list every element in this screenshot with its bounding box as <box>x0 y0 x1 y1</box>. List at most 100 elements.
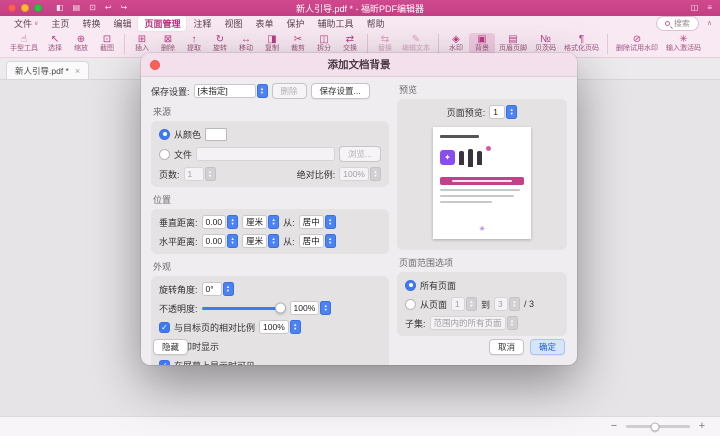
toolbar-item-watermark[interactable]: ◈水印 <box>443 33 469 54</box>
menu-item-help[interactable]: 帮助 <box>361 16 391 31</box>
document-tab-label: 新人引导.pdf * <box>15 65 69 77</box>
save-icon[interactable]: ▤ <box>73 4 81 12</box>
opacity-slider[interactable] <box>202 302 286 314</box>
save-setting-button[interactable]: 保存设置... <box>311 83 370 99</box>
search-box[interactable]: 搜索 <box>656 16 699 31</box>
toolbar-item-bates-number[interactable]: №贝茨码 <box>531 33 560 54</box>
toolbar-item-format-page-number[interactable]: ¶格式化页码 <box>560 33 603 54</box>
from-color-radio[interactable] <box>159 129 170 140</box>
rotation-stepper[interactable]: 0° <box>202 282 234 296</box>
all-pages-radio[interactable] <box>405 280 416 291</box>
toolbar-item-insert[interactable]: ⊞插入 <box>129 33 155 54</box>
print-icon[interactable]: ⊡ <box>89 4 96 12</box>
stepper-arrows-icon[interactable] <box>370 167 381 181</box>
delete-setting-button[interactable]: 删除 <box>272 83 307 99</box>
stepper-arrows-icon[interactable] <box>223 282 234 296</box>
more-options-icon[interactable]: ≡ <box>707 4 712 12</box>
toolbar-item-select[interactable]: ↖选择 <box>42 33 68 54</box>
subset-popup[interactable]: 范围内的所有页面 <box>430 316 518 330</box>
from-page-radio[interactable] <box>405 299 416 310</box>
color-swatch[interactable] <box>205 128 227 141</box>
horizontal-unit-popup[interactable]: 厘米 <box>242 234 279 248</box>
toolbar-item-crop[interactable]: ✂裁剪 <box>285 33 311 54</box>
toolbar-item-zoom[interactable]: ⊕缩放 <box>68 33 94 54</box>
ok-button[interactable]: 确定 <box>530 339 565 355</box>
range-from-stepper[interactable]: 1 <box>451 297 477 311</box>
popup-arrows-icon[interactable] <box>325 215 336 229</box>
redo-icon[interactable]: ↪ <box>121 4 128 12</box>
save-settings-popup[interactable]: [未指定] <box>194 84 268 98</box>
popup-arrows-icon[interactable] <box>268 215 279 229</box>
menu-item-page-organize[interactable]: 页面管理 <box>138 16 186 31</box>
toolbar-item-replace[interactable]: ⇆替换 <box>372 33 398 54</box>
menu-item-form[interactable]: 表单 <box>250 16 280 31</box>
close-tab-icon[interactable]: × <box>75 66 80 76</box>
thumb-text-line <box>440 135 479 138</box>
toolbar-item-header-footer[interactable]: ▤页眉页脚 <box>495 33 531 54</box>
browse-button[interactable]: 浏览... <box>339 146 381 162</box>
menu-item-view[interactable]: 视图 <box>219 16 249 31</box>
popup-arrows-icon[interactable] <box>325 234 336 248</box>
stepper-arrows-icon[interactable] <box>320 301 331 315</box>
toolbar-item-snapshot[interactable]: ⊡截图 <box>94 33 120 54</box>
vertical-unit-popup[interactable]: 厘米 <box>242 215 279 229</box>
hide-button[interactable]: 隐藏 <box>153 339 188 355</box>
vertical-distance-stepper[interactable]: 0.00 <box>202 215 239 229</box>
stepper-arrows-icon[interactable] <box>466 297 477 311</box>
document-tab[interactable]: 新人引导.pdf * × <box>6 61 89 79</box>
popup-arrows-icon[interactable] <box>268 234 279 248</box>
zoom-slider[interactable] <box>626 425 690 428</box>
pages-stepper[interactable]: 1 <box>184 167 216 181</box>
stepper-arrows-icon[interactable] <box>506 105 517 119</box>
close-window-button[interactable] <box>8 4 16 12</box>
toolbar-item-delete[interactable]: ⊠删除 <box>155 33 181 54</box>
toolbar-item-edit-text[interactable]: ✎编辑文本 <box>398 33 434 54</box>
toolbar-item-move[interactable]: ↔移动 <box>233 33 259 54</box>
page-preview-stepper[interactable]: 1 <box>489 105 517 119</box>
from-file-radio[interactable] <box>159 149 170 160</box>
stepper-arrows-icon[interactable] <box>509 297 520 311</box>
stepper-arrows-icon[interactable] <box>227 215 238 229</box>
undo-icon[interactable]: ↩ <box>105 4 112 12</box>
opacity-stepper[interactable]: 100% <box>290 301 332 315</box>
stepper-arrows-icon[interactable] <box>205 167 216 181</box>
collapse-ribbon-icon[interactable]: ∧ <box>707 19 712 27</box>
window-split-icon[interactable]: ◫ <box>691 4 699 12</box>
vertical-from-popup[interactable]: 居中 <box>299 215 336 229</box>
menu-item-convert[interactable]: 转换 <box>76 16 106 31</box>
toolbar-item-hand-tool[interactable]: ☝手型工具 <box>6 33 42 54</box>
toolbar-item-enter-activation-code[interactable]: ✳输入激活码 <box>662 33 705 54</box>
subset-label: 子集: <box>405 317 426 330</box>
zoom-slider-knob[interactable] <box>650 422 659 431</box>
stepper-arrows-icon[interactable] <box>227 234 238 248</box>
file-path-input[interactable] <box>196 147 335 161</box>
popup-arrows-icon[interactable] <box>257 84 268 98</box>
toolbar-item-copy[interactable]: ◨复制 <box>259 33 285 54</box>
toolbar-item-background[interactable]: ▣背景 <box>469 33 495 54</box>
toolbar-item-rotate[interactable]: ↻旋转 <box>207 33 233 54</box>
zoom-in-button[interactable]: + <box>696 421 708 432</box>
opacity-slider-knob[interactable] <box>275 303 286 314</box>
fullscreen-window-button[interactable] <box>34 4 42 12</box>
from-file-label: 文件 <box>174 148 192 161</box>
menu-item-protect[interactable]: 保护 <box>281 16 311 31</box>
menu-item-accessibility[interactable]: 辅助工具 <box>312 16 360 31</box>
toolbar-item-swap[interactable]: ⇄交换 <box>337 33 363 54</box>
menu-item-comment[interactable]: 注释 <box>187 16 217 31</box>
horizontal-from-popup[interactable]: 居中 <box>299 234 336 248</box>
toolbar-item-remove-trial-watermark[interactable]: ⊘删除试用水印 <box>612 33 662 54</box>
toolbar-item-extract[interactable]: ↑提取 <box>181 33 207 54</box>
sidebar-toggle-icon[interactable]: ◧ <box>56 4 64 12</box>
minimize-window-button[interactable] <box>21 4 29 12</box>
horizontal-distance-stepper[interactable]: 0.00 <box>202 234 239 248</box>
toolbar-item-split[interactable]: ◫拆分 <box>311 33 337 54</box>
popup-arrows-icon[interactable] <box>507 316 518 330</box>
menu-item-edit[interactable]: 编辑 <box>107 16 137 31</box>
zoom-out-button[interactable]: − <box>608 421 620 432</box>
range-to-stepper[interactable]: 3 <box>494 297 520 311</box>
cancel-button[interactable]: 取消 <box>489 339 524 355</box>
menu-item-home[interactable]: 主页 <box>45 16 75 31</box>
menu-item-file[interactable]: 文件∨ <box>8 16 44 31</box>
dialog-close-button[interactable] <box>150 60 160 70</box>
abs-scale-stepper[interactable]: 100% <box>339 167 381 181</box>
